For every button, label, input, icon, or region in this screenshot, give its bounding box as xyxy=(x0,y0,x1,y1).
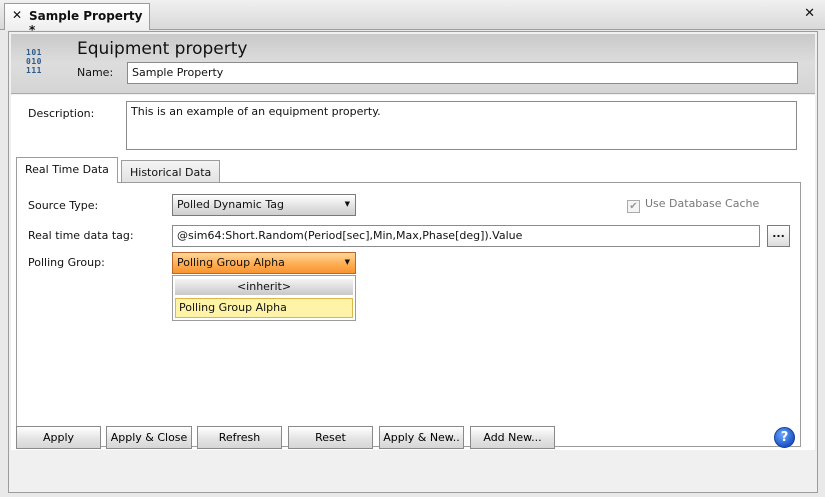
refresh-button[interactable]: Refresh xyxy=(197,426,282,449)
editor-header: 101 010 111 Equipment property Name: Sam… xyxy=(11,34,815,94)
help-icon[interactable]: ? xyxy=(774,427,795,448)
document-tabstrip: ✕ Sample Property * ✕ xyxy=(0,0,825,37)
document-tab[interactable]: ✕ Sample Property * xyxy=(4,3,150,37)
source-type-label: Source Type: xyxy=(28,199,99,212)
chevron-down-icon: ▼ xyxy=(344,258,350,266)
polling-group-value: Polling Group Alpha xyxy=(177,256,285,269)
browse-tag-button[interactable]: ... xyxy=(767,225,790,247)
source-type-value: Polled Dynamic Tag xyxy=(177,198,284,211)
check-icon: ✔ xyxy=(627,200,640,213)
reset-button[interactable]: Reset xyxy=(288,426,373,449)
name-field[interactable]: Sample Property xyxy=(127,62,798,84)
description-field[interactable]: This is an example of an equipment prope… xyxy=(126,101,797,150)
name-label: Name: xyxy=(77,66,114,79)
close-tab-icon[interactable]: ✕ xyxy=(12,8,22,22)
apply-button[interactable]: Apply xyxy=(16,426,101,449)
real-time-data-panel: Source Type: Polled Dynamic Tag ▼ ✔ Use D… xyxy=(16,182,801,447)
source-type-select[interactable]: Polled Dynamic Tag ▼ xyxy=(172,194,356,216)
tab-real-time-data[interactable]: Real Time Data xyxy=(16,157,118,183)
editor-body: Description: This is an example of an eq… xyxy=(11,95,815,450)
add-new-button[interactable]: Add New... xyxy=(470,426,555,449)
polling-group-label: Polling Group: xyxy=(28,256,105,269)
polling-group-dropdown: <inherit> Polling Group Alpha xyxy=(172,275,356,321)
dropdown-option-polling-group-alpha[interactable]: Polling Group Alpha xyxy=(175,298,353,318)
polling-group-select[interactable]: Polling Group Alpha ▼ xyxy=(172,252,356,274)
page-title: Equipment property xyxy=(77,39,248,59)
tag-label: Real time data tag: xyxy=(28,229,134,242)
use-database-cache-label: Use Database Cache xyxy=(645,197,760,210)
use-database-cache-checkbox[interactable]: ✔ Use Database Cache xyxy=(627,197,759,213)
close-window-icon[interactable]: ✕ xyxy=(804,6,815,21)
real-time-tag-field[interactable]: @sim64:Short.Random(Period[sec],Min,Max,… xyxy=(172,225,760,247)
property-editor: 101 010 111 Equipment property Name: Sam… xyxy=(8,31,818,493)
apply-new-button[interactable]: Apply & New.. xyxy=(379,426,464,449)
chevron-down-icon: ▼ xyxy=(344,200,350,208)
binary-data-icon: 101 010 111 xyxy=(26,48,42,75)
description-label: Description: xyxy=(28,107,95,120)
dropdown-option-inherit[interactable]: <inherit> xyxy=(175,279,353,295)
apply-close-button[interactable]: Apply & Close xyxy=(106,426,192,449)
